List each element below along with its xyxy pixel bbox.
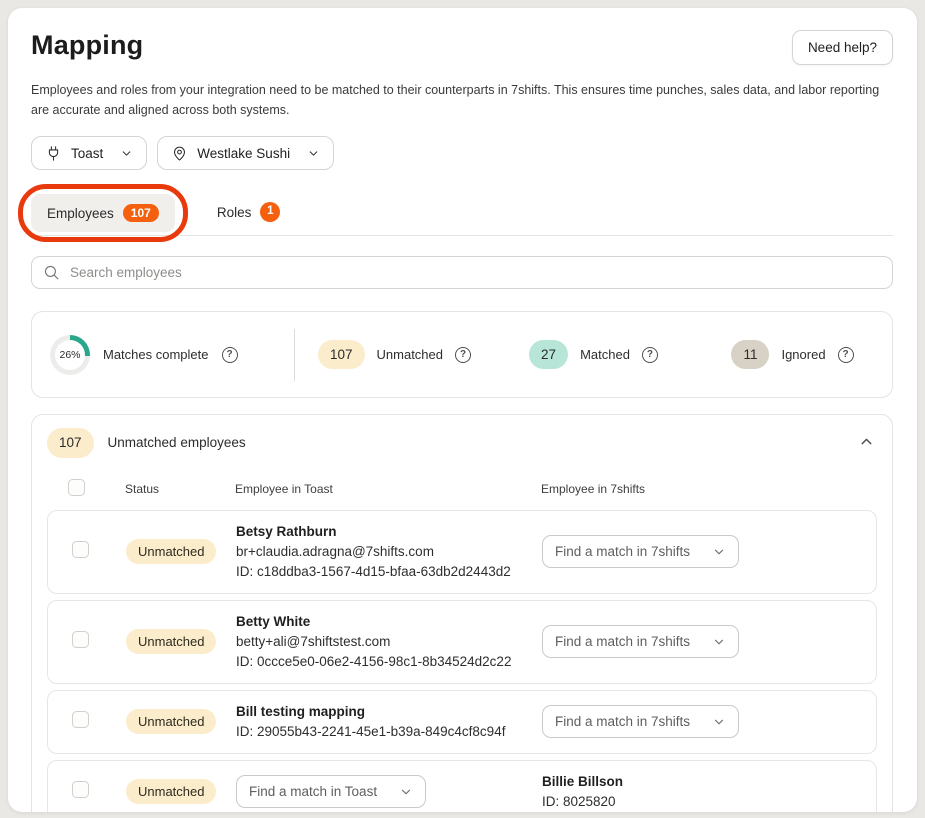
section-title: Unmatched employees <box>108 435 246 450</box>
employee-info: Billie BillsonID: 8025820 <box>542 772 876 812</box>
unmatched-count-pill: 107 <box>318 340 365 370</box>
search-input[interactable] <box>31 256 893 289</box>
ignored-label: Ignored <box>781 347 825 362</box>
ignored-stat: 11 Ignored ? <box>693 340 892 370</box>
find-match-dropdown[interactable]: Find a match in Toast <box>236 775 426 808</box>
employee-id: ID: 0ccce5e0-06e2-4156-98c1-8b34524d2c22 <box>236 652 542 672</box>
find-match-label: Find a match in 7shifts <box>555 714 690 729</box>
tab-bar: Employees 107 Roles 1 <box>31 192 893 236</box>
table-row: Unmatched Betsy Rathburnbr+claudia.adragn… <box>47 510 877 594</box>
find-match-dropdown[interactable]: Find a match in 7shifts <box>542 705 739 738</box>
need-help-button[interactable]: Need help? <box>792 30 893 65</box>
chevron-up-icon <box>858 433 875 450</box>
stats-summary-card: 26% Matches complete ? 107 Unmatched ? 2… <box>31 311 893 398</box>
integration-dropdown[interactable]: Toast <box>31 136 147 170</box>
tab-roles-label: Roles <box>217 205 252 220</box>
tab-employees-count-badge: 107 <box>123 204 159 222</box>
tab-employees-label: Employees <box>47 206 114 221</box>
select-all-checkbox[interactable] <box>68 479 85 496</box>
table-row: Unmatched Find a match in Toast Billie Bil… <box>47 760 877 813</box>
help-icon[interactable]: ? <box>838 347 854 363</box>
column-header-toast: Employee in Toast <box>235 482 541 496</box>
collapse-section-button[interactable] <box>856 431 877 455</box>
status-badge: Unmatched <box>126 539 216 564</box>
column-header-status: Status <box>125 482 235 496</box>
status-badge: Unmatched <box>126 629 216 654</box>
section-count-pill: 107 <box>47 428 94 458</box>
chevron-down-icon <box>307 147 320 160</box>
employee-name: Billie Billson <box>542 772 876 792</box>
table-row: Unmatched Betty Whitebetty+ali@7shiftstes… <box>47 600 877 684</box>
employee-rows: Unmatched Betsy Rathburnbr+claudia.adragn… <box>47 510 877 813</box>
row-checkbox[interactable] <box>72 541 89 558</box>
matched-stat: 27 Matched ? <box>494 340 693 370</box>
find-match-label: Find a match in 7shifts <box>555 634 690 649</box>
employee-email: br+claudia.adragna@7shifts.com <box>236 542 542 562</box>
find-match-dropdown[interactable]: Find a match in 7shifts <box>542 625 739 658</box>
employee-id: ID: 29055b43-2241-45e1-b39a-849c4cf8c94f <box>236 722 542 742</box>
location-dropdown-label: Westlake Sushi <box>197 146 290 161</box>
status-badge: Unmatched <box>126 709 216 734</box>
row-checkbox[interactable] <box>72 711 89 728</box>
employee-info: Betty Whitebetty+ali@7shiftstest.comID: … <box>236 612 542 672</box>
find-match-label: Find a match in Toast <box>249 784 377 799</box>
matched-count-pill: 27 <box>529 340 568 370</box>
chevron-down-icon <box>399 785 413 799</box>
mapping-page-card: Mapping Need help? Employees and roles f… <box>8 8 917 812</box>
find-match-label: Find a match in 7shifts <box>555 544 690 559</box>
progress-ring: 26% <box>50 335 90 375</box>
tab-roles-count-badge: 1 <box>260 202 280 222</box>
employee-email: betty+ali@7shiftstest.com <box>236 632 542 652</box>
page-title: Mapping <box>31 30 143 61</box>
chevron-down-icon <box>120 147 133 160</box>
chevron-down-icon <box>712 545 726 559</box>
section-header: 107 Unmatched employees <box>32 415 892 467</box>
help-icon[interactable]: ? <box>455 347 471 363</box>
row-checkbox[interactable] <box>72 631 89 648</box>
plug-icon <box>45 145 62 162</box>
unmatched-employees-section: 107 Unmatched employees Status Employee … <box>31 414 893 812</box>
chevron-down-icon <box>712 635 726 649</box>
matches-complete-label: Matches complete <box>103 347 209 362</box>
ignored-count-pill: 11 <box>731 340 769 370</box>
unmatched-label: Unmatched <box>377 347 443 362</box>
filter-bar: Toast Westlake Sushi <box>31 136 893 170</box>
search-bar <box>31 256 893 289</box>
matched-label: Matched <box>580 347 630 362</box>
employee-name: Betty White <box>236 612 542 632</box>
location-dropdown[interactable]: Westlake Sushi <box>157 136 334 170</box>
table-column-headers: Status Employee in Toast Employee in 7sh… <box>47 467 877 510</box>
matches-complete-stat: 26% Matches complete ? <box>32 335 294 375</box>
integration-dropdown-label: Toast <box>71 146 103 161</box>
employee-info: Betsy Rathburnbr+claudia.adragna@7shifts… <box>236 522 542 582</box>
find-match-dropdown[interactable]: Find a match in 7shifts <box>542 535 739 568</box>
page-description: Employees and roles from your integratio… <box>31 80 893 120</box>
help-icon[interactable]: ? <box>222 347 238 363</box>
progress-percent: 26% <box>55 340 85 370</box>
employee-info: Bill testing mappingID: 29055b43-2241-45… <box>236 702 542 742</box>
chevron-down-icon <box>712 715 726 729</box>
search-icon <box>43 264 60 281</box>
row-checkbox[interactable] <box>72 781 89 798</box>
table-row: Unmatched Bill testing mappingID: 29055b4… <box>47 690 877 754</box>
page-header: Mapping Need help? <box>31 30 893 65</box>
employee-id: ID: c18ddba3-1567-4d15-bfaa-63db2d2443d2 <box>236 562 542 582</box>
tab-roles[interactable]: Roles 1 <box>201 192 297 232</box>
unmatched-stat: 107 Unmatched ? <box>295 340 494 370</box>
tab-employees[interactable]: Employees 107 <box>31 194 175 232</box>
employee-id: ID: 8025820 <box>542 792 876 812</box>
help-icon[interactable]: ? <box>642 347 658 363</box>
status-badge: Unmatched <box>126 779 216 804</box>
employee-name: Betsy Rathburn <box>236 522 542 542</box>
location-pin-icon <box>171 145 188 162</box>
employee-name: Bill testing mapping <box>236 702 542 722</box>
column-header-7shifts: Employee in 7shifts <box>541 482 877 496</box>
